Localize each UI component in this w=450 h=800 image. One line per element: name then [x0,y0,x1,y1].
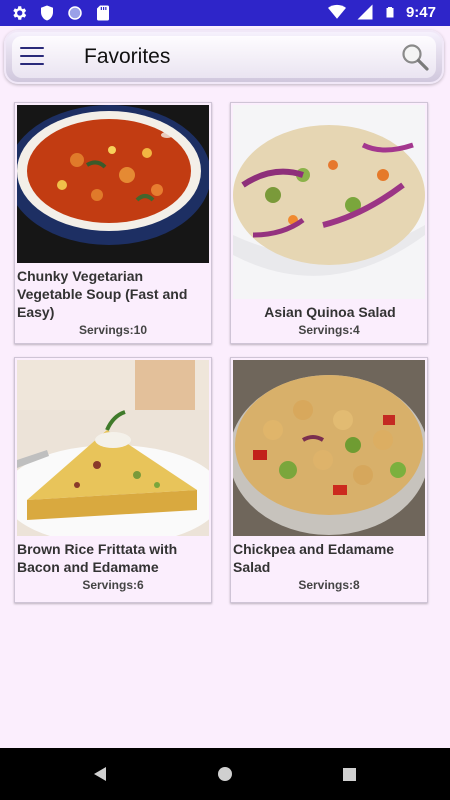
vegetable-soup-photo [17,105,209,263]
app-bar-surface [12,36,436,78]
hamburger-menu-icon[interactable] [20,47,44,67]
battery-icon [386,7,394,18]
recipe-card[interactable]: Asian Quinoa Salad Servings:4 [230,102,428,344]
recipe-card[interactable]: Chickpea and Edamame Salad Servings:8 [230,357,428,603]
shield-icon [41,5,53,21]
status-time: 9:47 [405,3,436,21]
recent-apps-icon[interactable] [343,768,356,781]
recipe-card[interactable]: Brown Rice Frittata with Bacon and Edama… [14,357,212,603]
search-icon[interactable] [400,42,430,72]
quinoa-salad-photo [233,105,425,299]
home-icon[interactable] [217,766,233,782]
recipe-servings: Servings:4 [298,323,360,337]
recipe-card[interactable]: Chunky Vegetarian Vegetable Soup (Fast a… [14,102,212,344]
wifi-icon [327,4,346,19]
recipe-title: Chickpea and Edamame Salad [233,541,395,575]
recipe-title: Chunky Vegetarian Vegetable Soup (Fast a… [17,268,188,320]
signal-icon [357,4,373,20]
recipe-servings: Servings:10 [78,323,148,337]
recipe-title: Brown Rice Frittata with Bacon and Edama… [17,541,178,575]
chickpea-salad-photo [233,360,425,536]
recipe-title: Asian Quinoa Salad [264,304,396,320]
recipe-servings: Servings:6 [82,578,144,592]
page-title: Favorites [84,45,171,68]
back-icon[interactable] [92,766,108,782]
navigation-bar [0,748,450,800]
circle-icon [68,6,82,20]
status-bar: 9:47 [0,0,450,26]
frittata-photo [17,360,209,536]
settings-icon [13,6,27,20]
recipe-servings: Servings:8 [298,578,360,592]
sd-card-icon [97,5,109,21]
app-bar: Favorites [4,30,444,84]
